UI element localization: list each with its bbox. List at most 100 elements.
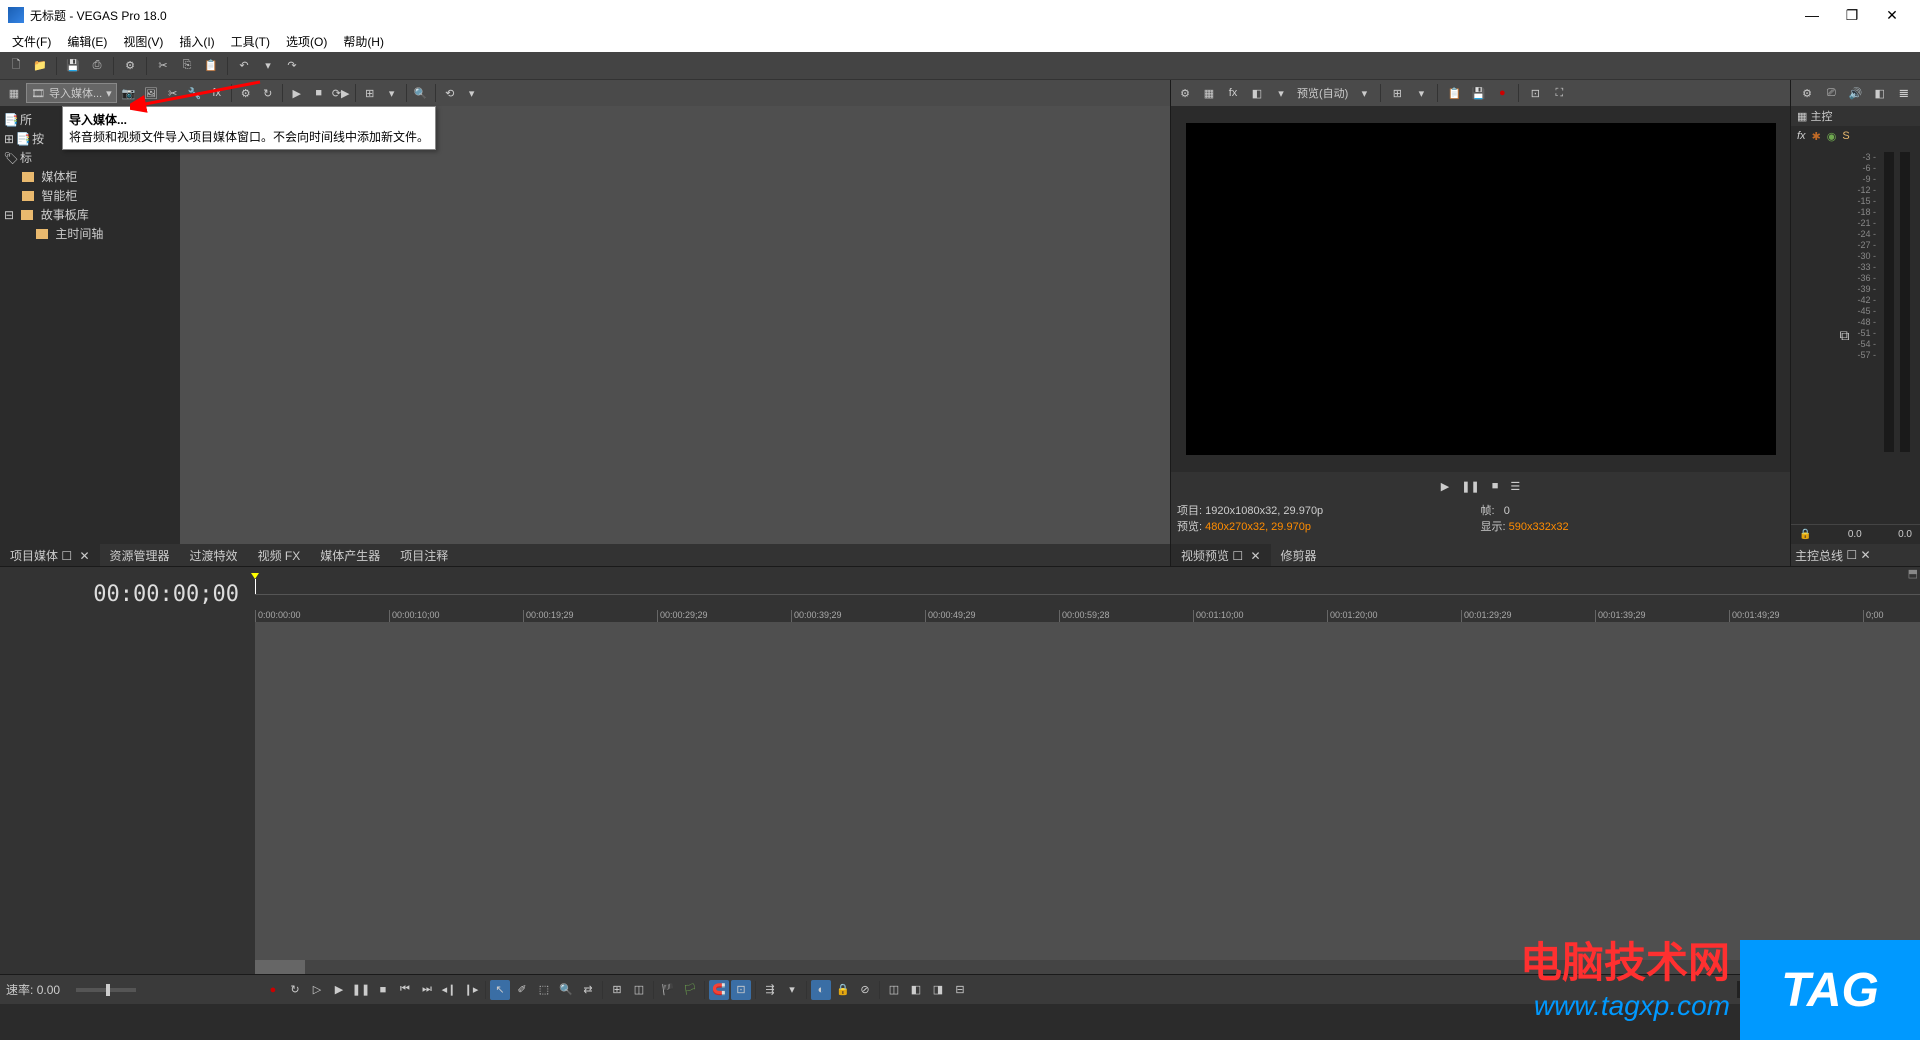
properties-icon[interactable]: ⚙ <box>120 56 140 76</box>
play-icon[interactable]: ▶ <box>287 83 307 103</box>
expand-icon[interactable]: ◫ <box>629 980 649 1000</box>
remove-icon[interactable]: ✂ <box>163 83 183 103</box>
play-start-icon[interactable]: ▷ <box>307 980 327 1000</box>
tool-3-icon[interactable]: ◨ <box>928 980 948 1000</box>
menu-tools[interactable]: 工具(T) <box>225 31 276 52</box>
undo-icon[interactable]: ↶ <box>234 56 254 76</box>
snap-icon[interactable]: 🧲 <box>709 980 729 1000</box>
fx-label[interactable]: fx <box>1797 130 1806 142</box>
gear-icon[interactable]: ⚙ <box>1797 83 1817 103</box>
tab-project-notes[interactable]: 项目注释 <box>390 544 458 567</box>
open-folder-icon[interactable]: 📁 <box>30 56 50 76</box>
preview-quality-dropdown[interactable]: 预览(自动) <box>1295 85 1350 101</box>
loop-icon[interactable]: ↻ <box>285 980 305 1000</box>
chevron-down-icon[interactable]: ▾ <box>1411 83 1431 103</box>
tab-explorer[interactable]: 资源管理器 <box>100 544 180 567</box>
pin-icon[interactable]: ☐ <box>1846 548 1857 562</box>
speaker-icon[interactable]: 🔊 <box>1845 83 1865 103</box>
scroll-thumb[interactable] <box>255 960 305 974</box>
tracks-body[interactable] <box>255 622 1920 960</box>
timecode-display[interactable]: 00:00:00;00 <box>93 582 239 607</box>
pin-icon[interactable]: ☐ <box>61 549 72 563</box>
track-headers[interactable] <box>0 622 255 960</box>
stop-icon[interactable]: ■ <box>309 83 329 103</box>
go-end-icon[interactable]: ⏭ <box>417 980 437 1000</box>
go-start-icon[interactable]: ⏮ <box>395 980 415 1000</box>
tree-folder[interactable]: 媒体柜 <box>4 167 176 186</box>
properties2-icon[interactable]: 🔧 <box>185 83 205 103</box>
add-region-icon[interactable]: 🏳 <box>680 980 700 1000</box>
import-media-button[interactable]: 🎞 导入媒体... ▾ <box>26 83 117 103</box>
redo-icon[interactable]: ↷ <box>282 56 302 76</box>
tab-transitions[interactable]: 过渡特效 <box>180 544 248 567</box>
cut-icon[interactable]: ✂ <box>153 56 173 76</box>
fx-3-icon[interactable]: S <box>1842 130 1849 142</box>
prev-frame-icon[interactable]: ◂❙ <box>439 980 459 1000</box>
new-project-icon[interactable]: 🗋 <box>6 56 26 76</box>
stop-icon[interactable]: ■ <box>1492 480 1499 492</box>
view-dropdown-icon[interactable]: ▾ <box>382 83 402 103</box>
back-dropdown-icon[interactable]: ▾ <box>462 83 482 103</box>
menu-edit[interactable]: 编辑(E) <box>61 31 113 52</box>
play-icon[interactable]: ▶ <box>1441 480 1449 493</box>
lock-envelopes-icon[interactable]: 🔒 <box>833 980 853 1000</box>
mixer-icon[interactable]: ⎚ <box>1821 83 1841 103</box>
close-icon[interactable]: ✕ <box>1250 549 1260 563</box>
media-list-area[interactable] <box>180 106 1170 544</box>
fullscreen-icon[interactable]: ⛶ <box>1549 83 1569 103</box>
pause-icon[interactable]: ❚❚ <box>1461 480 1479 493</box>
preview-screen[interactable] <box>1186 123 1776 455</box>
time-ruler[interactable]: 0:00:00:0000:00:10;0000:00:19;2900:00:29… <box>255 594 1920 622</box>
minimize-button[interactable]: — <box>1792 0 1832 30</box>
tab-trimmer[interactable]: 修剪器 <box>1271 544 1327 567</box>
rate-handle[interactable] <box>106 984 110 996</box>
expand-icon[interactable]: ⊞ <box>4 132 14 146</box>
autoripple-icon[interactable]: ⇶ <box>760 980 780 1000</box>
tree-item[interactable]: 🏷标 <box>4 148 176 167</box>
save-snapshot-icon[interactable]: 💾 <box>1468 83 1488 103</box>
close-icon[interactable]: ✕ <box>1860 548 1870 562</box>
preview-gear-icon[interactable]: ⚙ <box>1175 83 1195 103</box>
playhead[interactable] <box>255 579 256 595</box>
tool-1-icon[interactable]: ◫ <box>884 980 904 1000</box>
menu-help[interactable]: 帮助(H) <box>337 31 390 52</box>
chevron-down-icon[interactable]: ▾ <box>782 980 802 1000</box>
preview-fx-icon[interactable]: fx <box>1223 83 1243 103</box>
save-icon[interactable]: 💾 <box>63 56 83 76</box>
lock-icon[interactable]: 🔒 <box>1799 529 1811 540</box>
multicam-icon[interactable]: ⊞ <box>607 980 627 1000</box>
record-icon[interactable]: ● <box>263 980 283 1000</box>
chevron-down-icon[interactable]: ▾ <box>1271 83 1291 103</box>
preview-external-icon[interactable]: ▦ <box>1199 83 1219 103</box>
menu-icon[interactable]: ☰ <box>1510 480 1520 493</box>
close-icon[interactable]: ✕ <box>79 549 89 563</box>
autoplay-icon[interactable]: ⟳▶ <box>331 83 351 103</box>
fx-1-icon[interactable]: ✱ <box>1812 130 1821 143</box>
collapse-icon[interactable]: ⊟ <box>4 208 14 222</box>
scale-icon[interactable]: ⊡ <box>1525 83 1545 103</box>
tab-video-fx[interactable]: 视频 FX <box>248 544 311 567</box>
maximize-button[interactable]: ❐ <box>1832 0 1872 30</box>
chevron-down-icon[interactable]: ▾ <box>1354 83 1374 103</box>
tree-folder[interactable]: ⊟ 故事板库 <box>4 205 176 224</box>
media-icon[interactable]: ▦ <box>4 83 24 103</box>
link-channels-icon[interactable]: ⧉ <box>1839 327 1849 344</box>
menu-view[interactable]: 视图(V) <box>117 31 169 52</box>
render-icon[interactable]: ⎙ <box>87 56 107 76</box>
refresh-icon[interactable]: ↻ <box>258 83 278 103</box>
menu-file[interactable]: 文件(F) <box>6 31 57 52</box>
search-icon[interactable]: 🔍 <box>411 83 431 103</box>
envelope-edit-icon[interactable]: ✐ <box>512 980 532 1000</box>
tab-video-preview[interactable]: 视频预览 ☐ ✕ <box>1171 544 1271 567</box>
copy-icon[interactable]: ⎘ <box>177 56 197 76</box>
tab-master-bus[interactable]: 主控总线 <box>1795 547 1843 564</box>
pin-icon[interactable]: ☐ <box>1232 549 1243 563</box>
overlay-icon[interactable]: ⊞ <box>1387 83 1407 103</box>
shuffle-icon[interactable]: ⇄ <box>578 980 598 1000</box>
menu-options[interactable]: 选项(O) <box>280 31 333 52</box>
tool-4-icon[interactable]: ⊟ <box>950 980 970 1000</box>
sliders-icon[interactable]: 𝌆 <box>1894 83 1914 103</box>
pause-icon[interactable]: ❚❚ <box>351 980 371 1000</box>
add-marker-icon[interactable]: 🏴 <box>658 980 678 1000</box>
fx-icon[interactable]: fx <box>207 83 227 103</box>
